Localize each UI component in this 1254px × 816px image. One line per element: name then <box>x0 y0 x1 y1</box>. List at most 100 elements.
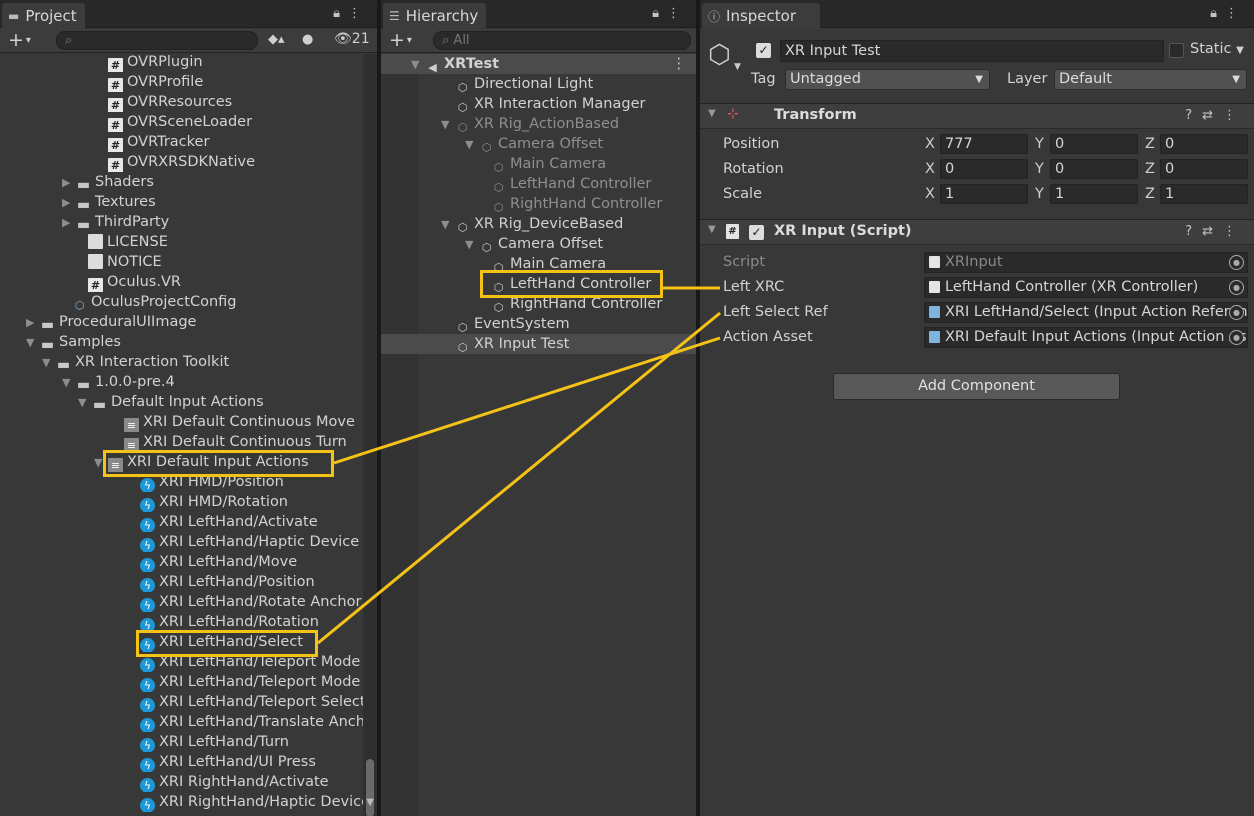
hierarchy-item[interactable]: ⬡ Directional Light <box>381 74 696 94</box>
filter-by-type-icon[interactable]: ◆▴ <box>268 32 285 47</box>
project-item[interactable]: # OVRXRSDKNative <box>0 152 377 172</box>
static-checkbox[interactable] <box>1169 43 1184 58</box>
project-item[interactable]: # OVRSceneLoader <box>0 112 377 132</box>
project-item[interactable]: ϟ XRI LeftHand/Teleport Mode <box>0 672 377 692</box>
create-button[interactable]: + ▾ <box>8 30 31 51</box>
chevron-down-icon[interactable]: ▼ <box>441 215 455 234</box>
project-item[interactable]: ▼ ▬ XR Interaction Toolkit <box>0 352 377 372</box>
project-item[interactable]: ϟ XRI LeftHand/Teleport Select <box>0 692 377 712</box>
project-item[interactable]: ϟ XRI LeftHand/Position <box>0 572 377 592</box>
static-dropdown[interactable]: Static ▼ <box>1190 41 1244 57</box>
project-item[interactable]: ϟ XRI LeftHand/Haptic Device <box>0 532 377 552</box>
hierarchy-item[interactable]: ⬡ Main Camera <box>381 154 696 174</box>
project-item[interactable]: ≡ XRI Default Continuous Turn <box>0 432 377 452</box>
project-item[interactable]: NOTICE <box>0 252 377 272</box>
tab-hierarchy[interactable]: ☰ Hierarchy <box>383 3 487 29</box>
object-name-field[interactable]: XR Input Test <box>780 40 1164 62</box>
project-scrollbar[interactable] <box>363 54 377 816</box>
project-item[interactable]: ϟ XRI LeftHand/Move <box>0 552 377 572</box>
panel-menu-icons[interactable]: 🔒︎⋮ <box>333 6 369 21</box>
chevron-right-icon[interactable]: ▶ <box>62 173 76 192</box>
rotation-z-field[interactable]: 0 <box>1160 159 1248 179</box>
scale-x-label[interactable]: X <box>925 186 935 202</box>
chevron-down-icon[interactable]: ▼ <box>26 333 40 352</box>
project-item[interactable]: # Oculus.VR <box>0 272 377 292</box>
project-item[interactable]: ϟ XRI HMD/Rotation <box>0 492 377 512</box>
project-item[interactable]: ▶ ▬ Shaders <box>0 172 377 192</box>
project-item[interactable]: ϟ XRI LeftHand/Translate Anchor <box>0 712 377 732</box>
position-x-label[interactable]: X <box>925 136 935 152</box>
hierarchy-item[interactable]: ⬡ LeftHand Controller <box>381 174 696 194</box>
rotation-y-field[interactable]: 0 <box>1050 159 1138 179</box>
project-item[interactable]: ▼ ▬ Samples <box>0 332 377 352</box>
position-z-field[interactable]: 0 <box>1160 134 1248 154</box>
chevron-down-icon[interactable]: ▼ <box>42 353 56 372</box>
project-item[interactable]: ϟ XRI RightHand/Activate <box>0 772 377 792</box>
foldout-arrow-icon[interactable]: ▼ <box>708 108 716 119</box>
project-item[interactable]: ▼ ▬ 1.0.0-pre.4 <box>0 372 377 392</box>
scale-y-field[interactable]: 1 <box>1050 184 1138 204</box>
hierarchy-item[interactable]: ⬡ EventSystem <box>381 314 696 334</box>
hierarchy-item[interactable]: ▼ ⬡ Camera Offset <box>381 234 696 254</box>
hierarchy-item[interactable]: ▼ ◀ XRTest ⋮ <box>381 54 696 74</box>
rotation-y-label[interactable]: Y <box>1035 161 1044 177</box>
project-item[interactable]: ▶ ▬ Textures <box>0 192 377 212</box>
position-x-field[interactable]: 777 <box>940 134 1028 154</box>
hierarchy-item[interactable]: ▼ ⬡ Camera Offset <box>381 134 696 154</box>
tab-project[interactable]: ▬ Project <box>2 3 85 29</box>
chevron-right-icon[interactable]: ▶ <box>26 313 40 332</box>
project-item[interactable]: ▶ ▬ ProceduralUIImage <box>0 312 377 332</box>
project-item[interactable]: # OVRTracker <box>0 132 377 152</box>
active-checkbox[interactable]: ✓ <box>756 42 771 58</box>
hierarchy-item[interactable]: ⬡ RightHand Controller <box>381 294 696 314</box>
rotation-x-label[interactable]: X <box>925 161 935 177</box>
chevron-down-icon[interactable]: ▼ <box>441 115 455 134</box>
chevron-right-icon[interactable]: ▶ <box>62 213 76 232</box>
project-item[interactable]: # OVRResources <box>0 92 377 112</box>
project-item[interactable]: ϟ XRI LeftHand/Teleport Mode <box>0 652 377 672</box>
rotation-z-label[interactable]: Z <box>1145 161 1155 177</box>
panel-menu-icons[interactable]: 🔒︎⋮ <box>652 6 688 21</box>
label-icon[interactable]: ● <box>302 32 313 47</box>
rotation-x-field[interactable]: 0 <box>940 159 1028 179</box>
hierarchy-item[interactable]: ⬡ LeftHand Controller <box>381 274 696 294</box>
transform-component-header[interactable]: ▼ ⊹ Transform ?⇄⋮ <box>700 103 1254 129</box>
chevron-down-icon[interactable]: ▼ <box>465 135 479 154</box>
hierarchy-search-input[interactable]: ⌕ All <box>433 31 691 50</box>
project-item[interactable]: ϟ XRI LeftHand/Rotation <box>0 612 377 632</box>
project-item[interactable]: ϟ XRI HMD/Position <box>0 472 377 492</box>
scale-x-field[interactable]: 1 <box>940 184 1028 204</box>
scene-menu-icon[interactable]: ⋮ <box>672 54 687 74</box>
panel-menu-icons[interactable]: 🔒︎⋮ <box>1210 6 1246 21</box>
position-y-label[interactable]: Y <box>1035 136 1044 152</box>
chevron-down-icon[interactable]: ▼ <box>78 393 92 412</box>
component-help-settings-icons[interactable]: ?⇄⋮ <box>1185 224 1246 239</box>
position-z-label[interactable]: Z <box>1145 136 1155 152</box>
project-item[interactable]: ϟ XRI LeftHand/UI Press <box>0 752 377 772</box>
icon-dropdown-caret[interactable]: ▼ <box>734 62 741 72</box>
project-item[interactable]: ϟ XRI RightHand/Haptic Device <box>0 792 377 812</box>
create-button[interactable]: + ▾ <box>389 30 412 51</box>
hidden-packages-icon[interactable]: 👁︎21 <box>334 31 370 47</box>
project-item[interactable]: LICENSE <box>0 232 377 252</box>
project-item[interactable]: ⬡ OculusProjectConfig <box>0 292 377 312</box>
position-y-field[interactable]: 0 <box>1050 134 1138 154</box>
layer-dropdown[interactable]: Default ▼ <box>1054 69 1247 90</box>
scale-z-label[interactable]: Z <box>1145 186 1155 202</box>
xr-input-component-header[interactable]: ▼ # ✓ XR Input (Script) ?⇄⋮ <box>700 219 1254 245</box>
hierarchy-item[interactable]: ▼ ⬡ XR Rig_DeviceBased <box>381 214 696 234</box>
scale-z-field[interactable]: 1 <box>1160 184 1248 204</box>
tag-dropdown[interactable]: Untagged ▼ <box>785 69 990 90</box>
chevron-down-icon[interactable]: ▼ <box>62 373 76 392</box>
project-search-input[interactable]: ⌕ <box>56 31 258 50</box>
tab-inspector[interactable]: ⓘ Inspector <box>702 3 820 29</box>
hierarchy-item[interactable]: ⬡ Main Camera <box>381 254 696 274</box>
project-item[interactable]: ϟ XRI LeftHand/Rotate Anchor <box>0 592 377 612</box>
project-item[interactable]: ▶ ▬ ThirdParty <box>0 212 377 232</box>
hierarchy-item[interactable]: ⬡ RightHand Controller <box>381 194 696 214</box>
project-item[interactable]: ϟ XRI LeftHand/Turn <box>0 732 377 752</box>
left-xrc-field[interactable]: LeftHand Controller (XR Controller) ● <box>924 277 1248 298</box>
scale-y-label[interactable]: Y <box>1035 186 1044 202</box>
chevron-down-icon[interactable]: ▼ <box>94 453 108 472</box>
scroll-down-icon[interactable]: ▼ <box>366 797 374 808</box>
